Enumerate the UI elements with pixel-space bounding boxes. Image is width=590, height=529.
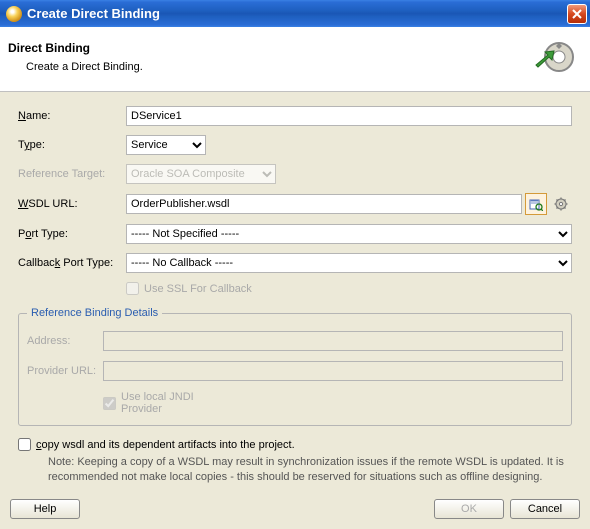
reference-target-label: Reference Target: — [18, 168, 126, 180]
page-title: Direct Binding — [8, 41, 143, 55]
provider-url-input — [103, 361, 563, 381]
ok-button: OK — [434, 499, 504, 519]
dialog-header: Direct Binding Create a Direct Binding. — [0, 27, 590, 92]
window-title: Create Direct Binding — [27, 6, 567, 21]
copy-wsdl-note: Note: Keeping a copy of a WSDL may resul… — [48, 455, 572, 485]
copy-wsdl-label: copy wsdl and its dependent artifacts in… — [36, 439, 295, 451]
reference-target-select: Oracle SOA Composite — [126, 164, 276, 184]
type-select[interactable]: Service — [126, 135, 206, 155]
cancel-button[interactable]: Cancel — [510, 499, 580, 519]
title-bar: Create Direct Binding — [0, 0, 590, 27]
close-icon — [572, 9, 582, 19]
reference-binding-details-group: Reference Binding Details Address: Provi… — [18, 307, 572, 426]
use-local-jndi-label: Use local JNDI Provider — [121, 391, 197, 415]
browse-wsdl-button[interactable] — [525, 193, 547, 215]
name-label: Name: — [18, 110, 126, 122]
port-type-label: Port Type: — [18, 228, 126, 240]
reference-binding-details-legend: Reference Binding Details — [27, 307, 162, 319]
name-input[interactable] — [126, 106, 572, 126]
callback-port-type-label: Callback Port Type: — [18, 257, 126, 269]
page-subtitle: Create a Direct Binding. — [8, 61, 143, 73]
binding-icon — [532, 35, 576, 79]
address-label: Address: — [27, 335, 103, 347]
form-content: Name: Type: Service Reference Target: Or… — [0, 92, 590, 493]
help-button[interactable]: Help — [10, 499, 80, 519]
use-local-jndi-checkbox — [103, 397, 116, 410]
use-ssl-label: Use SSL For Callback — [144, 283, 252, 295]
address-input — [103, 331, 563, 351]
copy-wsdl-checkbox[interactable] — [18, 438, 31, 451]
generate-wsdl-button[interactable] — [550, 193, 572, 215]
close-button[interactable] — [567, 4, 587, 24]
find-wsdl-icon — [529, 197, 543, 211]
wsdl-url-input[interactable] — [126, 194, 522, 214]
type-label: Type: — [18, 139, 126, 151]
app-icon — [6, 6, 22, 22]
button-bar: Help OK Cancel — [0, 493, 590, 525]
use-ssl-checkbox — [126, 282, 139, 295]
port-type-select[interactable]: ----- Not Specified ----- — [126, 224, 572, 244]
callback-port-type-select[interactable]: ----- No Callback ----- — [126, 253, 572, 273]
wsdl-url-label: WSDL URL: — [18, 198, 126, 210]
gear-icon — [554, 197, 568, 211]
provider-url-label: Provider URL: — [27, 365, 103, 377]
